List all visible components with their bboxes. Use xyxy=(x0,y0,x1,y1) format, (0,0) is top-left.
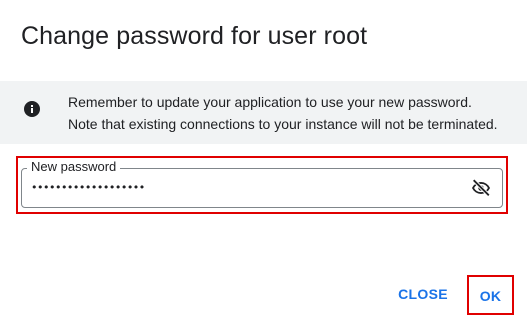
visibility-off-icon[interactable] xyxy=(470,177,492,199)
change-password-dialog: Change password for user root Remember t… xyxy=(0,0,527,327)
close-button[interactable]: CLOSE xyxy=(392,280,454,308)
new-password-label: New password xyxy=(27,159,121,175)
new-password-value[interactable]: ••••••••••••••••••• xyxy=(31,178,451,198)
dialog-title: Change password for user root xyxy=(21,22,368,50)
info-icon xyxy=(24,101,40,117)
info-message-line-2: Note that existing connections to your i… xyxy=(68,116,498,132)
info-message-line-1: Remember to update your application to u… xyxy=(68,94,472,110)
info-banner xyxy=(0,81,527,144)
ok-button[interactable]: OK xyxy=(467,275,514,315)
